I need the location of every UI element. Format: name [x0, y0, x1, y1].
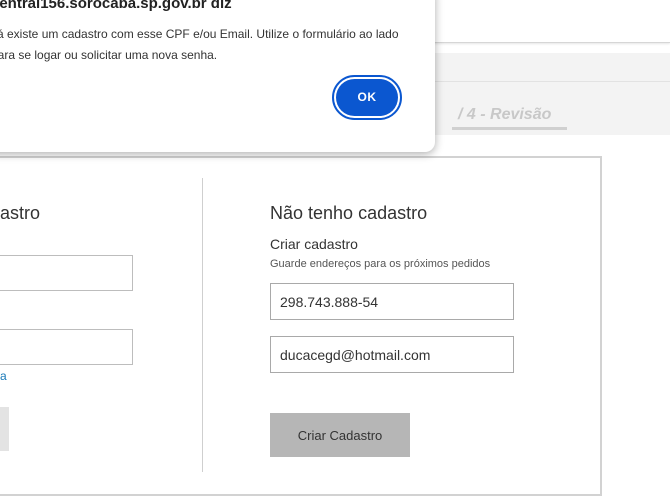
cpf-input[interactable]: [270, 283, 514, 320]
email-input[interactable]: [270, 336, 514, 373]
step-revisao-label: / 4 - Revisão: [458, 106, 552, 123]
register-hint: Guarde endereços para os próximos pedido…: [270, 258, 491, 270]
create-account-button[interactable]: Criar Cadastro: [270, 413, 410, 457]
dialog-title: central156.sorocaba.sp.gov.br diz: [0, 0, 232, 12]
login-user-input[interactable]: [0, 255, 133, 291]
dialog-message: Já existe um cadastro com esse CPF e/ou …: [0, 27, 399, 62]
forgot-password-link[interactable]: a: [0, 369, 7, 383]
login-button[interactable]: [0, 407, 9, 451]
register-title: Não tenho cadastro: [270, 203, 428, 223]
dialog-ok-button[interactable]: OK: [332, 75, 402, 120]
panel-divider: [202, 178, 203, 472]
register-subtitle: Criar cadastro: [270, 236, 358, 252]
step-revisao-underline: [452, 127, 567, 130]
alert-dialog: central156.sorocaba.sp.gov.br diz Já exi…: [0, 0, 435, 152]
login-title: astro: [0, 203, 41, 223]
dialog-ok-label: OK: [336, 79, 398, 116]
login-password-input[interactable]: [0, 329, 133, 365]
